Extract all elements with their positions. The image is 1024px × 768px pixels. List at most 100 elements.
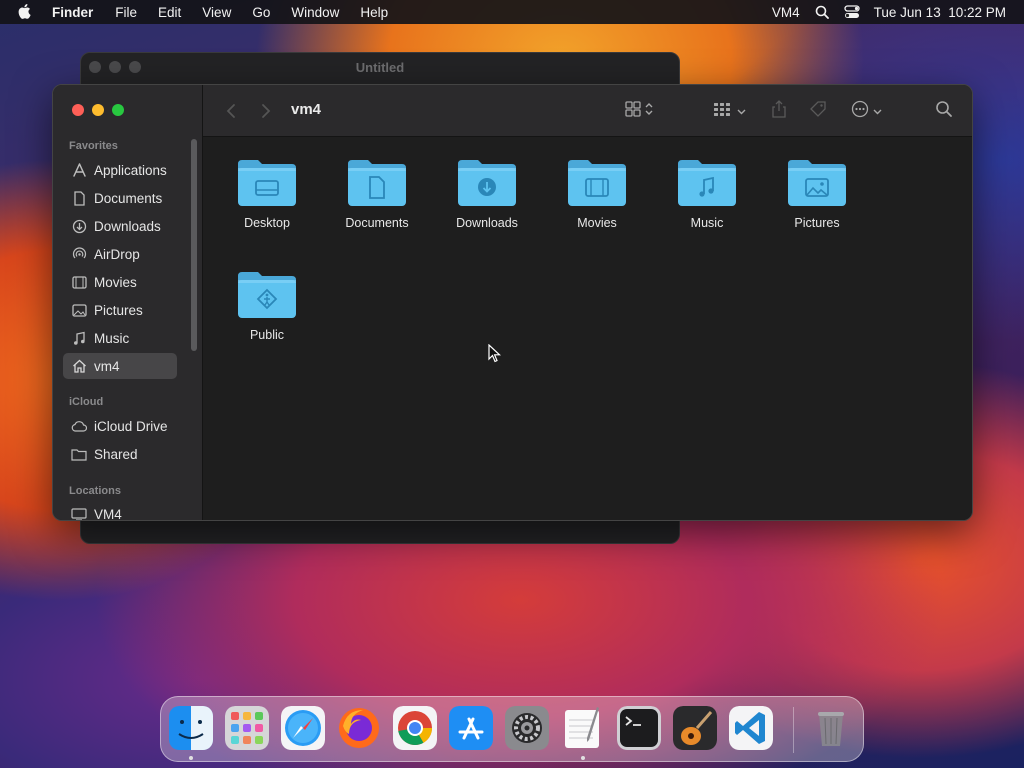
mouse-cursor-icon (488, 343, 502, 369)
folder-label: Desktop (244, 216, 290, 230)
apple-menu-icon[interactable] (18, 4, 34, 20)
action-menu-button[interactable] (851, 99, 882, 123)
menu-file[interactable]: File (115, 5, 137, 20)
folder-label: Movies (577, 216, 617, 230)
maximize-button[interactable] (112, 104, 124, 116)
folder-grid[interactable]: Desktop Documents Downloads Movies Music… (203, 138, 972, 520)
group-grid-icon (713, 101, 733, 122)
folder-desktop[interactable]: Desktop (217, 156, 317, 256)
folder-label: Pictures (794, 216, 840, 230)
menu-help[interactable]: Help (360, 5, 388, 20)
terminal-icon[interactable] (617, 706, 661, 750)
folder-music[interactable]: Music (657, 156, 757, 256)
ellipsis-circle-icon (851, 100, 869, 123)
folder-downloads-icon (437, 156, 537, 208)
folder-desktop-icon (217, 156, 317, 208)
sidebar-item-applications[interactable]: Applications (63, 157, 177, 183)
sidebar-item-airdrop[interactable]: AirDrop (63, 241, 177, 267)
airdrop-icon (71, 246, 87, 262)
folder-label: Downloads (456, 216, 518, 230)
finder-icon[interactable] (169, 706, 213, 750)
folder-documents[interactable]: Documents (327, 156, 427, 256)
music-icon (71, 330, 87, 346)
chrome-icon[interactable] (393, 706, 437, 750)
menu-app-name[interactable]: Finder (52, 5, 93, 20)
finder-sidebar: Favorites Applications Documents Downloa… (53, 85, 203, 520)
applications-icon (71, 162, 87, 178)
sidebar-item-vm4-computer[interactable]: VM4 (63, 501, 177, 521)
textedit-running-indicator (581, 756, 585, 760)
system-settings-icon[interactable] (505, 706, 549, 750)
minimize-button[interactable] (92, 104, 104, 116)
folder-public[interactable]: Public (217, 268, 317, 368)
sidebar-item-documents[interactable]: Documents (63, 185, 177, 211)
spotlight-search-icon[interactable] (814, 4, 830, 20)
folder-documents-icon (327, 156, 427, 208)
background-window-title: Untitled (355, 59, 405, 75)
shared-folder-icon (71, 446, 87, 462)
window-controls (72, 104, 124, 116)
folder-label: Documents (345, 216, 409, 230)
back-button[interactable] (223, 102, 239, 120)
sidebar-item-downloads[interactable]: Downloads (63, 213, 177, 239)
menu-go[interactable]: Go (252, 5, 270, 20)
folder-pictures[interactable]: Pictures (767, 156, 867, 256)
sidebar-item-label: Downloads (94, 218, 161, 234)
sidebar-item-music[interactable]: Music (63, 325, 177, 351)
launchpad-icon[interactable] (225, 706, 269, 750)
folder-downloads[interactable]: Downloads (437, 156, 537, 256)
app-store-icon[interactable] (449, 706, 493, 750)
window-title: vm4 (291, 101, 322, 118)
search-icon (935, 100, 953, 123)
sidebar-scrollbar[interactable] (191, 139, 197, 351)
computer-icon (71, 506, 87, 520)
sidebar-item-movies[interactable]: Movies (63, 269, 177, 295)
sidebar-item-shared[interactable]: Shared (63, 441, 177, 467)
folder-music-icon (657, 156, 757, 208)
sidebar-item-label: Documents (94, 190, 163, 206)
garageband-icon[interactable] (673, 706, 717, 750)
group-by-button[interactable] (713, 99, 746, 123)
sidebar-item-icloud-drive[interactable]: iCloud Drive (63, 413, 177, 439)
view-mode-button[interactable] (625, 99, 653, 123)
sidebar-locations-header: Locations (69, 485, 121, 497)
menu-clock[interactable]: Tue Jun 13 10:22 PM (874, 5, 1006, 20)
sidebar-item-vm4[interactable]: vm4 (63, 353, 177, 379)
sidebar-item-pictures[interactable]: Pictures (63, 297, 177, 323)
grid-icon (625, 100, 641, 122)
document-icon (71, 190, 87, 206)
tag-icon (809, 100, 827, 123)
menu-user[interactable]: VM4 (772, 5, 800, 20)
finder-toolbar: vm4 (203, 85, 972, 137)
home-icon (71, 358, 87, 374)
safari-icon[interactable] (281, 706, 325, 750)
menu-window[interactable]: Window (291, 5, 339, 20)
dock (160, 696, 864, 762)
sidebar-item-label: Applications (94, 162, 167, 178)
folder-movies[interactable]: Movies (547, 156, 647, 256)
share-button[interactable] (771, 99, 787, 123)
trash-icon[interactable] (809, 706, 853, 750)
sidebar-item-label: Pictures (94, 302, 143, 318)
close-button[interactable] (72, 104, 84, 116)
sidebar-item-label: VM4 (94, 506, 122, 521)
background-window-titlebar[interactable]: Untitled (81, 53, 679, 81)
forward-button[interactable] (258, 102, 274, 120)
menu-view[interactable]: View (202, 5, 231, 20)
textedit-icon[interactable] (561, 706, 605, 750)
film-icon (71, 274, 87, 290)
up-down-chevron-icon (645, 102, 653, 121)
sidebar-item-label: Music (94, 330, 130, 346)
firefox-icon[interactable] (337, 706, 381, 750)
finder-window[interactable]: Favorites Applications Documents Downloa… (52, 84, 973, 521)
folder-movies-icon (547, 156, 647, 208)
control-center-icon[interactable] (844, 4, 860, 20)
menu-edit[interactable]: Edit (158, 5, 181, 20)
sidebar-item-label: vm4 (94, 358, 120, 374)
sidebar-item-label: Shared (94, 446, 138, 462)
search-button[interactable] (935, 99, 953, 123)
tag-button[interactable] (809, 99, 827, 123)
cloud-icon (71, 418, 87, 434)
vscode-icon[interactable] (729, 706, 773, 750)
chevron-down-icon (737, 102, 746, 120)
